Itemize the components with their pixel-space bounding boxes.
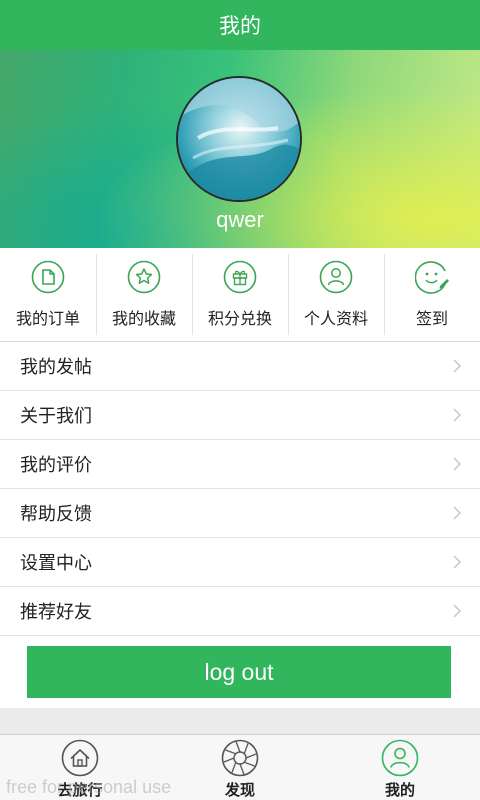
watermark-text: free for personal use [6, 777, 172, 797]
avatar[interactable] [176, 76, 302, 202]
title-bar: 我的 [0, 0, 480, 50]
order-icon [31, 260, 65, 294]
chevron-right-icon [453, 408, 462, 422]
menu-item-my-reviews[interactable]: 我的评价 [0, 440, 480, 489]
tab-label: 我的 [384, 781, 415, 799]
shortcut-label: 积分兑换 [207, 309, 272, 328]
menu-list: 我的发帖 关于我们 我的评价 帮助反馈 设置中心 推荐好友 [0, 342, 480, 636]
logout-button[interactable]: log out [27, 646, 451, 698]
tab-discover[interactable]: 发现 [160, 735, 320, 800]
profile-banner: qwer [0, 50, 480, 248]
menu-item-label: 我的发帖 [20, 357, 92, 378]
page-title: 我的 [219, 14, 261, 38]
gift-icon [223, 260, 257, 294]
shortcut-row: 我的订单 我的收藏 积分兑换 个人资料 签到 [0, 248, 480, 342]
chevron-right-icon [453, 506, 462, 520]
person-icon [319, 260, 353, 294]
shortcut-label: 个人资料 [303, 309, 368, 328]
chevron-right-icon [453, 457, 462, 471]
menu-item-label: 帮助反馈 [20, 504, 92, 525]
tab-label: 发现 [224, 781, 255, 799]
menu-item-label: 关于我们 [20, 406, 92, 427]
menu-item-help-feedback[interactable]: 帮助反馈 [0, 489, 480, 538]
smile-edit-icon [415, 261, 449, 294]
logout-area: log out [0, 636, 480, 708]
shortcut-favorites[interactable]: 我的收藏 [96, 248, 192, 341]
person-icon [381, 739, 419, 777]
chevron-right-icon [453, 604, 462, 618]
shortcut-orders[interactable]: 我的订单 [0, 248, 96, 341]
menu-item-label: 推荐好友 [20, 602, 92, 623]
shortcut-profile[interactable]: 个人资料 [288, 248, 384, 341]
menu-item-label: 我的评价 [20, 455, 92, 476]
chevron-right-icon [453, 555, 462, 569]
home-icon [61, 739, 99, 777]
aperture-icon [221, 739, 259, 777]
shortcut-points[interactable]: 积分兑换 [192, 248, 288, 341]
menu-item-about-us[interactable]: 关于我们 [0, 391, 480, 440]
menu-item-recommend-friends[interactable]: 推荐好友 [0, 587, 480, 636]
star-icon [127, 260, 161, 294]
shortcut-label: 签到 [415, 309, 448, 328]
menu-item-settings[interactable]: 设置中心 [0, 538, 480, 587]
menu-item-label: 设置中心 [20, 553, 92, 574]
shortcut-label: 我的收藏 [111, 309, 176, 328]
tab-mine[interactable]: 我的 [320, 735, 480, 800]
username: qwer [216, 207, 264, 232]
chevron-right-icon [453, 359, 462, 373]
shortcut-label: 我的订单 [15, 309, 80, 328]
menu-item-my-posts[interactable]: 我的发帖 [0, 342, 480, 391]
shortcut-checkin[interactable]: 签到 [384, 248, 480, 341]
